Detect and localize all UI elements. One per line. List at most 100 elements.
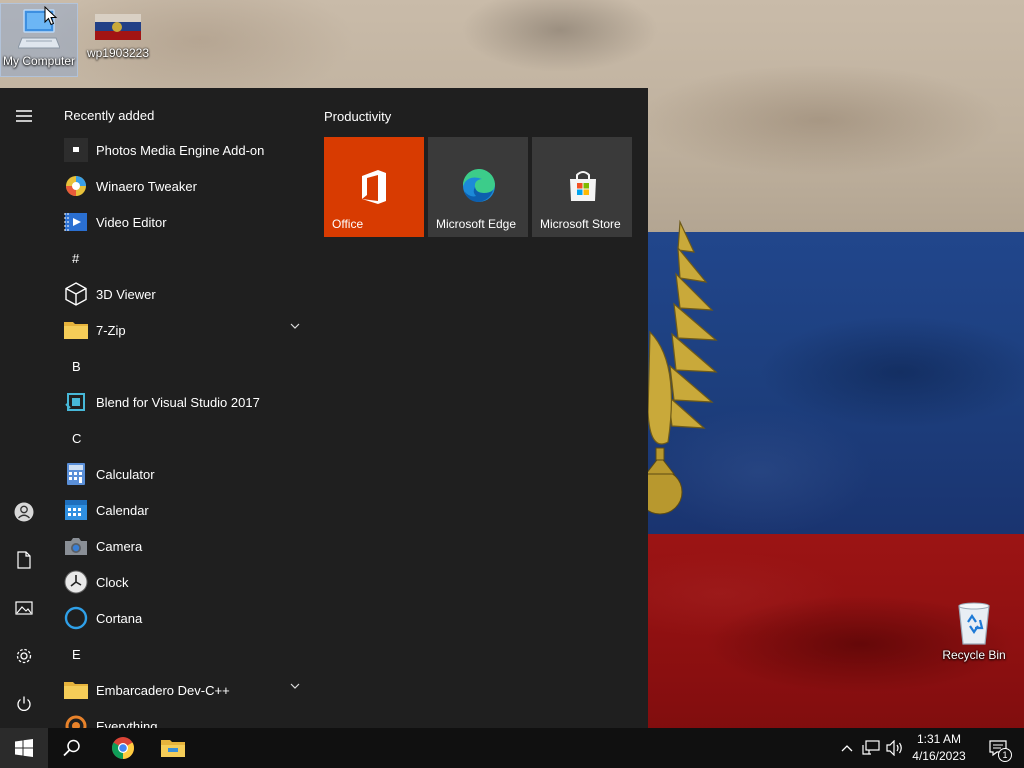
show-hidden-icons-button[interactable] (838, 728, 856, 768)
power-button[interactable] (0, 684, 48, 724)
app-label: Video Editor (96, 214, 167, 230)
clock-icon (64, 570, 88, 594)
tile-microsoft-edge[interactable]: Microsoft Edge (428, 137, 528, 237)
section-letter-b[interactable]: B (72, 348, 102, 384)
pictures-icon (15, 601, 33, 615)
power-icon (17, 696, 31, 711)
tile-label: Office (332, 217, 364, 231)
taskbar-date: 4/16/2023 (912, 749, 966, 763)
camera-icon (64, 534, 88, 558)
windows-start-icon (15, 739, 33, 757)
app-label: 7-Zip (96, 322, 126, 338)
app-calendar[interactable]: Calendar (56, 492, 310, 528)
tile-label: Microsoft Store (540, 217, 621, 231)
app-label: Embarcadero Dev-C++ (96, 682, 230, 698)
desktop-icon-label: wp1903223 (86, 46, 150, 60)
calculator-icon (64, 462, 88, 486)
search-icon (63, 739, 80, 757)
start-button[interactable] (0, 728, 48, 768)
section-letter-c[interactable]: C (72, 420, 102, 456)
chevron-up-icon (841, 745, 853, 752)
app-label: 3D Viewer (96, 286, 156, 302)
user-account-button[interactable] (0, 492, 48, 532)
desktop-icon-label: Recycle Bin (942, 648, 1006, 662)
app-blend-vs-2017[interactable]: Blend for Visual Studio 2017 (56, 384, 310, 420)
app-cortana[interactable]: Cortana (56, 600, 310, 636)
app-label: Clock (96, 574, 129, 590)
winaero-icon (64, 174, 88, 198)
recycle-bin-icon (958, 602, 990, 645)
app-label: Camera (96, 538, 143, 554)
expand-menu-button[interactable] (0, 96, 48, 136)
action-center-button[interactable]: 1 (978, 728, 1018, 768)
settings-icon (16, 648, 32, 664)
app-7zip-folder[interactable]: 7-Zip (56, 312, 310, 348)
all-apps-list[interactable]: Recently added Photos Media Engine Add-o… (48, 88, 310, 728)
app-embarcadero-folder[interactable]: Embarcadero Dev-C++ (56, 672, 310, 708)
cortana-icon (64, 606, 88, 630)
notification-count-badge: 1 (998, 748, 1012, 762)
app-3d-viewer[interactable]: 3D Viewer (56, 276, 310, 312)
recently-added-header: Recently added (64, 108, 155, 123)
blend-icon (64, 390, 88, 414)
clock-button[interactable]: 1:31 AM 4/16/2023 (906, 731, 972, 765)
taskbar-file-explorer[interactable] (148, 728, 198, 768)
calendar-icon (64, 498, 88, 522)
app-label: Calculator (96, 466, 155, 482)
app-clock[interactable]: Clock (56, 564, 310, 600)
folder-icon (64, 318, 88, 342)
volume-icon (886, 740, 902, 756)
start-menu: Recently added Photos Media Engine Add-o… (0, 88, 648, 728)
network-icon (862, 740, 880, 755)
app-photos-media-engine[interactable]: Photos Media Engine Add-on (56, 132, 310, 168)
tile-label: Microsoft Edge (436, 217, 517, 231)
section-letter-hash[interactable]: # (72, 240, 102, 276)
desktop-icon-recycle-bin[interactable]: Recycle Bin (936, 600, 1012, 670)
app-winaero-tweaker[interactable]: Winaero Tweaker (56, 168, 310, 204)
app-label: Winaero Tweaker (96, 178, 197, 194)
search-button[interactable] (48, 728, 96, 768)
start-menu-rail (0, 88, 48, 728)
photos-addon-icon (64, 138, 88, 162)
user-icon (14, 502, 34, 522)
desktop-icon-my-computer[interactable]: My Computer (0, 3, 78, 77)
section-letter-e[interactable]: E (72, 636, 102, 672)
app-label: Calendar (96, 502, 149, 518)
app-camera[interactable]: Camera (56, 528, 310, 564)
mouse-cursor-icon (44, 6, 58, 26)
hamburger-icon (16, 110, 32, 122)
video-editor-icon (64, 210, 88, 234)
app-label: Cortana (96, 610, 143, 626)
everything-icon (64, 714, 88, 728)
settings-button[interactable] (0, 636, 48, 676)
network-button[interactable] (860, 728, 882, 768)
cube-icon (64, 282, 88, 306)
document-icon (17, 551, 31, 569)
tile-microsoft-store[interactable]: Microsoft Store (532, 137, 632, 237)
image-file-icon (95, 14, 141, 40)
desktop-icon-label: My Computer (2, 54, 76, 68)
store-icon (570, 171, 596, 201)
taskbar-time: 1:31 AM (916, 732, 962, 746)
app-label: Everything (96, 718, 158, 729)
office-icon (362, 170, 386, 204)
chevron-down-icon[interactable] (290, 323, 300, 329)
tile-group-title[interactable]: Productivity (324, 109, 391, 124)
desktop-icon-wallpaper-file[interactable]: wp1903223 (80, 4, 156, 76)
volume-button[interactable] (884, 728, 906, 768)
taskbar-chrome[interactable] (98, 728, 148, 768)
file-explorer-icon (161, 740, 185, 757)
folder-icon (64, 678, 88, 702)
app-video-editor[interactable]: Video Editor (56, 204, 310, 240)
tile-office[interactable]: Office (324, 137, 424, 237)
taskbar: 1:31 AM 4/16/2023 1 (0, 728, 1024, 768)
pictures-button[interactable] (0, 588, 48, 628)
app-everything[interactable]: Everything (56, 708, 310, 728)
app-calculator[interactable]: Calculator (56, 456, 310, 492)
chevron-down-icon[interactable] (290, 683, 300, 689)
chrome-icon (112, 737, 134, 759)
edge-icon (462, 169, 495, 202)
documents-button[interactable] (0, 540, 48, 580)
app-label: Blend for Visual Studio 2017 (96, 394, 260, 410)
app-label: Photos Media Engine Add-on (96, 142, 265, 158)
